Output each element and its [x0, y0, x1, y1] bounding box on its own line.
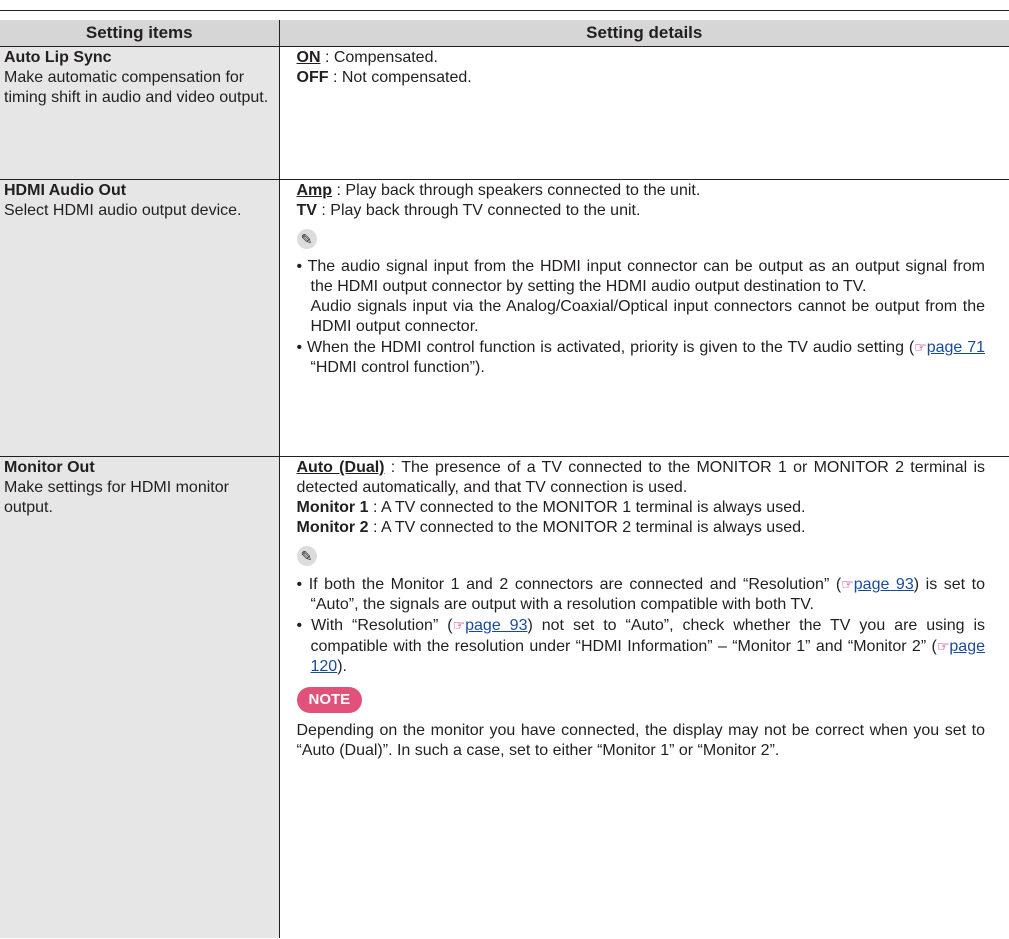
- reference-hand-icon: ☞: [914, 339, 927, 355]
- reference-hand-icon: ☞: [936, 638, 950, 654]
- option-name: Auto (Dual): [296, 459, 385, 476]
- option-name: Monitor 1: [296, 499, 369, 516]
- option-line: TV : Play back through TV connected to t…: [297, 201, 986, 221]
- detail-cell: ON : Compensated. OFF : Not compensated.: [279, 46, 1009, 180]
- item-title: Auto Lip Sync: [4, 49, 112, 66]
- option-text: Play back through TV connected to the un…: [330, 202, 641, 219]
- table-row: Monitor Out Make settings for HDMI monit…: [0, 456, 1009, 939]
- option-line: Monitor 2 : A TV connected to the MONITO…: [297, 518, 986, 538]
- option-name: ON: [296, 49, 321, 66]
- option-line: ON : Compensated.: [297, 48, 986, 68]
- option-text: Not compensated.: [341, 69, 472, 86]
- memo-bullet: • When the HDMI control function is acti…: [296, 339, 986, 376]
- bullet-text: “HDMI control function”).: [310, 359, 485, 376]
- option-sep: :: [368, 519, 381, 536]
- option-name: TV: [296, 202, 317, 219]
- item-description: Select HDMI audio output device.: [4, 202, 242, 219]
- memo-bullet: • With “Resolution” (☞page 93) not set t…: [296, 617, 986, 675]
- detail-cell: Auto (Dual) : The presence of a TV conne…: [279, 457, 1009, 939]
- reference-hand-icon: ☞: [841, 576, 854, 592]
- item-title: Monitor Out: [4, 459, 95, 476]
- bullet-text: When the HDMI control function is activa…: [306, 339, 915, 356]
- top-rule: [0, 10, 1009, 11]
- option-line: OFF : Not compensated.: [297, 68, 986, 88]
- bullet-text: With “Resolution” (: [311, 617, 453, 634]
- bullet-text: If both the Monitor 1 and 2 connectors a…: [308, 576, 842, 593]
- option-sep: :: [316, 202, 331, 219]
- item-cell: HDMI Audio Out Select HDMI audio output …: [0, 179, 280, 457]
- option-text: A TV connected to the MONITOR 2 terminal…: [380, 519, 806, 536]
- bullet-text: ).: [337, 658, 347, 675]
- table-row: Auto Lip Sync Make automatic compensatio…: [0, 46, 1009, 180]
- option-sep: :: [384, 459, 402, 476]
- item-description: Make settings for HDMI monitor output.: [4, 479, 229, 516]
- option-sep: :: [320, 49, 334, 66]
- pencil-icon: ✎: [296, 229, 317, 249]
- option-name: Monitor 2: [296, 519, 369, 536]
- item-title: HDMI Audio Out: [4, 182, 127, 199]
- option-sep: :: [368, 499, 381, 516]
- detail-cell: Amp : Play back through speakers connect…: [279, 179, 1009, 457]
- option-line: Monitor 1 : A TV connected to the MONITO…: [297, 498, 986, 518]
- item-description: Make automatic compensation for timing s…: [4, 69, 269, 106]
- option-text: A TV connected to the MONITOR 1 terminal…: [380, 499, 806, 516]
- item-cell: Auto Lip Sync Make automatic compensatio…: [0, 46, 280, 180]
- option-sep: :: [328, 69, 342, 86]
- settings-table: Setting items Setting details Auto Lip S…: [0, 20, 1009, 938]
- option-name: OFF: [296, 69, 329, 86]
- page-link[interactable]: page 93: [854, 576, 914, 593]
- option-sep: :: [332, 182, 346, 199]
- note-text: Depending on the monitor you have connec…: [296, 722, 986, 759]
- table-row: HDMI Audio Out Select HDMI audio output …: [0, 179, 1009, 457]
- option-text: Compensated.: [333, 49, 438, 66]
- memo-bullet: • The audio signal input from the HDMI i…: [296, 258, 986, 295]
- note-badge: NOTE: [296, 687, 363, 713]
- table-header-row: Setting items Setting details: [0, 20, 1009, 47]
- memo-bullet: • If both the Monitor 1 and 2 connectors…: [296, 576, 986, 613]
- item-cell: Monitor Out Make settings for HDMI monit…: [0, 456, 280, 938]
- page-link[interactable]: page 71: [927, 339, 985, 356]
- page-link[interactable]: page 93: [465, 617, 527, 634]
- option-line: Auto (Dual) : The presence of a TV conne…: [297, 458, 986, 498]
- header-setting-details: Setting details: [279, 20, 1009, 47]
- option-line: Amp : Play back through speakers connect…: [297, 181, 986, 201]
- pencil-icon: ✎: [296, 546, 317, 566]
- reference-hand-icon: ☞: [452, 617, 466, 633]
- memo-bullet-continued: Audio signals input via the Analog/Coaxi…: [310, 298, 986, 335]
- option-name: Amp: [296, 182, 333, 199]
- bullet-text: The audio signal input from the HDMI inp…: [307, 258, 985, 295]
- option-text: Play back through speakers connected to …: [345, 182, 701, 199]
- header-setting-items: Setting items: [0, 20, 280, 47]
